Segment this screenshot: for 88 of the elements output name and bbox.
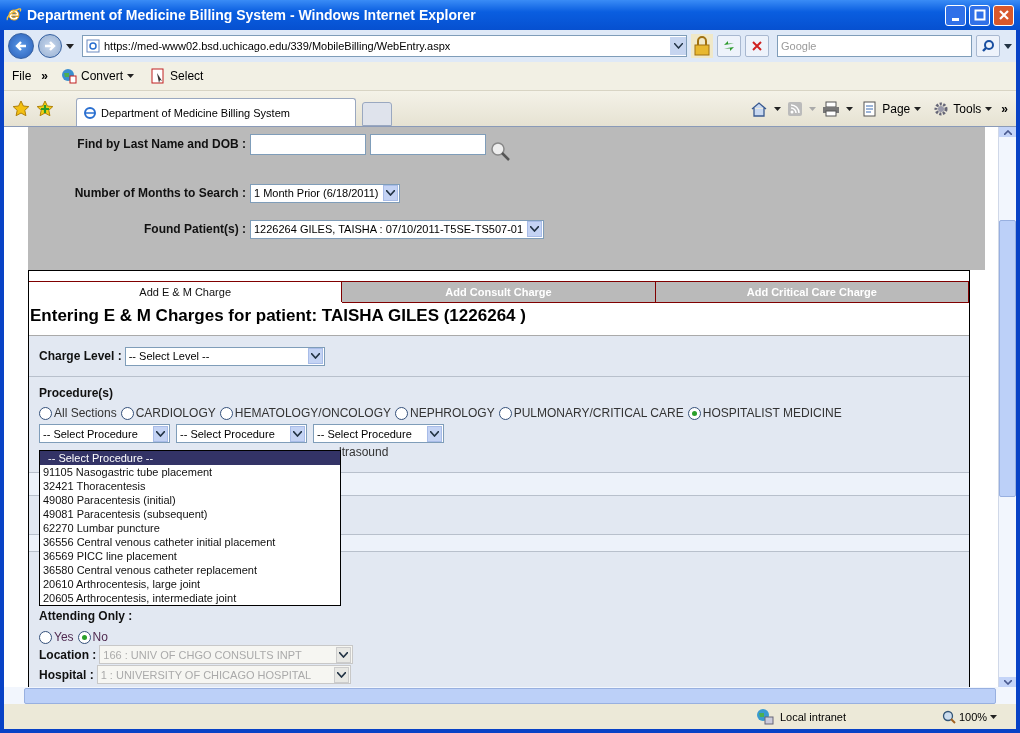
procedure-select[interactable]: -- Select Procedure [39, 424, 170, 443]
dropdown-option[interactable]: 49080 Paracentesis (initial) [40, 493, 340, 507]
section-radio[interactable]: NEPHROLOGY [395, 406, 495, 420]
dob-field[interactable] [370, 133, 486, 155]
patient-select[interactable]: 1226264 GILES, TAISHA : 07/10/2011-T5SE-TS507-01 [250, 219, 545, 239]
stop-button[interactable] [745, 35, 769, 57]
section-radio[interactable]: All Sections [39, 406, 117, 420]
dropdown-option[interactable]: 32421 Thoracentesis [40, 479, 340, 493]
dropdown-option[interactable]: 91105 Nasogastric tube placement [40, 465, 340, 479]
close-icon [997, 9, 1010, 21]
caret-icon [985, 106, 993, 111]
address-dropdown-icon[interactable] [670, 37, 686, 55]
section-label: Procedure(s) [39, 386, 115, 400]
scroll-up-button[interactable] [999, 127, 1016, 137]
history-dropdown-icon[interactable] [66, 43, 74, 49]
address-field[interactable]: https://med-www02.bsd.uchicago.edu/339/MobileBilling/WebEntry.aspx [82, 35, 687, 57]
field-label: Location : [39, 647, 97, 662]
maximize-icon [973, 9, 986, 21]
caret-icon[interactable] [846, 106, 854, 111]
convert-button[interactable]: Convert [58, 68, 138, 84]
search-icon [981, 39, 995, 53]
stop-icon [751, 40, 763, 52]
caret-icon[interactable] [774, 106, 782, 111]
scroll-thumb[interactable] [999, 220, 1016, 497]
field-label: Number of Months to Search : [73, 186, 246, 200]
field-label: Hospital : [39, 667, 94, 682]
caret-icon [914, 106, 922, 111]
printer-icon[interactable] [822, 100, 841, 117]
caret-icon [127, 74, 135, 78]
forward-arrow-icon [43, 39, 57, 53]
section-radio[interactable]: HEMATOLOGY/ONCOLOGY [219, 406, 391, 420]
section-radio[interactable]: HOSPITALIST MEDICINE [687, 406, 842, 420]
browser-tab[interactable]: Department of Medicine Billing System [76, 98, 356, 126]
favorites-star-icon[interactable] [12, 99, 30, 118]
dropdown-option[interactable]: 20610 Arthrocentesis, large joint [40, 577, 340, 591]
maximize-button[interactable] [969, 4, 990, 26]
procedure-text: ltrasound [339, 445, 389, 459]
vertical-scrollbar[interactable] [998, 127, 1016, 687]
forward-button[interactable] [38, 34, 62, 58]
document-cursor-icon [150, 68, 167, 84]
menu-item[interactable]: File [12, 69, 32, 83]
search-options-icon[interactable] [1004, 43, 1012, 49]
dropdown-option[interactable]: 20605 Arthrocentesis, intermediate joint [40, 591, 340, 605]
back-arrow-icon [14, 39, 28, 53]
procedure-select[interactable]: -- Select Procedure [176, 424, 307, 443]
gear-icon [933, 100, 950, 117]
field-label: Found Patient(s) : [143, 222, 246, 236]
search-button[interactable] [976, 35, 1000, 57]
field-label: Find by Last Name and DOB : [76, 137, 246, 151]
page-icon [862, 100, 879, 117]
globe-document-icon [61, 68, 78, 84]
dropdown-option[interactable]: 36569 PICC line placement [40, 549, 340, 563]
charge-level-select[interactable]: -- Select Level -- [124, 346, 325, 366]
add-favorite-icon[interactable] [36, 99, 54, 118]
refresh-icon [722, 39, 736, 53]
window-title: Department of Medicine Billing System - Windows Internet Explorer [27, 7, 477, 23]
dropdown-option[interactable]: 62270 Lumbar puncture [40, 521, 340, 535]
field-label: Attending Only : [39, 609, 134, 623]
dropdown-option[interactable]: 36580 Central venous catheter replacement [40, 563, 340, 577]
dropdown-option[interactable]: 49081 Paracentesis (subsequent) [40, 507, 340, 521]
field-label: Charge Level : [39, 349, 122, 363]
procedure-select[interactable]: -- Select Procedure [313, 424, 444, 443]
minimize-icon [952, 17, 959, 21]
security-zone-text: Local intranet [780, 710, 848, 723]
back-button[interactable] [8, 33, 34, 59]
attending-radio[interactable]: No [77, 630, 108, 644]
dropdown-option[interactable]: -- Select Procedure -- [40, 451, 340, 465]
zoom-button[interactable]: 100% [936, 708, 1006, 725]
magnifier-icon [942, 709, 956, 724]
menu-overflow-button[interactable]: » [41, 69, 49, 83]
last-name-field[interactable] [250, 133, 366, 155]
select-button[interactable]: Select [147, 68, 207, 84]
section-radio[interactable]: PULMONARY/CRITICAL CARE [498, 406, 684, 420]
home-icon[interactable] [750, 100, 769, 117]
minimize-button[interactable] [945, 4, 966, 26]
tools-menu-button[interactable]: Tools [930, 100, 996, 117]
network-globe-icon [756, 707, 774, 726]
toolbar-overflow-button[interactable]: » [1001, 101, 1008, 116]
section-radio[interactable]: CARDIOLOGY [120, 406, 216, 420]
caret-icon [990, 714, 998, 719]
page-menu-button[interactable]: Page [859, 100, 925, 117]
lock-icon[interactable] [691, 34, 713, 58]
months-select[interactable]: 1 Month Prior (6/18/2011) [250, 183, 400, 203]
scroll-down-button[interactable] [999, 677, 1016, 687]
attending-radio[interactable]: Yes [39, 630, 74, 644]
close-button[interactable] [993, 4, 1014, 26]
page-icon [86, 39, 100, 53]
search-icon[interactable] [490, 141, 512, 163]
